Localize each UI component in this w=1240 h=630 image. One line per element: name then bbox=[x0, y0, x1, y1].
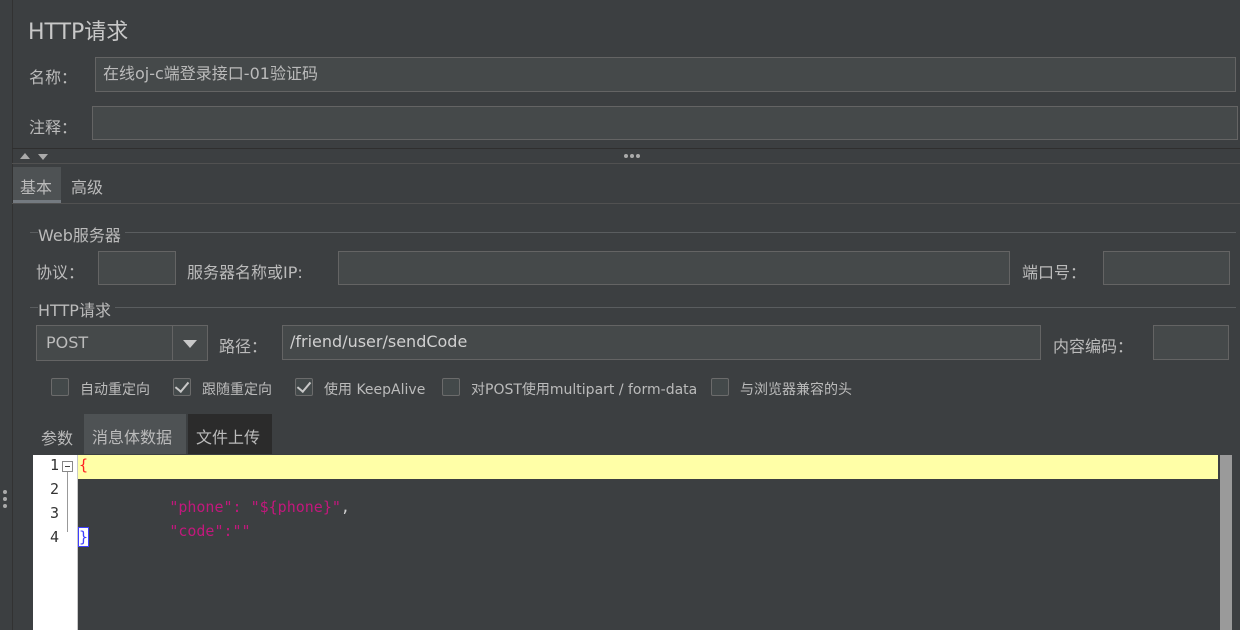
tab-advanced[interactable]: 高级 bbox=[71, 174, 103, 198]
checkmark-icon bbox=[296, 377, 312, 394]
editor-scrollbar-thumb[interactable] bbox=[1220, 455, 1232, 630]
tab-parameters[interactable]: 参数 bbox=[41, 425, 73, 449]
code-area[interactable]: { "phone": "${phone}", "code":"" } bbox=[77, 455, 1218, 630]
collapse-up-icon[interactable] bbox=[20, 153, 30, 159]
name-field[interactable]: 在线oj-c端登录接口-01验证码 bbox=[95, 57, 1236, 92]
follow-redirect-label: 跟随重定向 bbox=[202, 382, 272, 398]
method-select-value: POST bbox=[46, 333, 89, 352]
splitter-bar[interactable] bbox=[12, 148, 1240, 164]
left-resize-strip[interactable] bbox=[0, 0, 13, 630]
follow-redirect-checkbox[interactable] bbox=[173, 377, 191, 396]
line-number: 4 bbox=[49, 528, 59, 546]
encoding-label: 内容编码： bbox=[1053, 337, 1134, 356]
server-label: 服务器名称或IP: bbox=[187, 263, 303, 282]
path-label: 路径： bbox=[219, 337, 268, 356]
comment-field[interactable] bbox=[92, 106, 1238, 140]
tab-divider bbox=[12, 203, 1240, 204]
protocol-field[interactable] bbox=[98, 251, 176, 285]
json-open-brace: { bbox=[79, 456, 89, 474]
name-label: 名称： bbox=[29, 68, 78, 87]
splitter-dot-icon bbox=[624, 154, 628, 158]
splitter-dot-icon bbox=[630, 154, 634, 158]
json-colon: : bbox=[223, 522, 233, 540]
browser-headers-label: 与浏览器兼容的头 bbox=[740, 382, 852, 398]
keepalive-label: 使用 KeepAlive bbox=[324, 382, 426, 398]
tab-file-upload[interactable]: 文件上传 bbox=[188, 414, 272, 454]
grip-dot-icon bbox=[3, 490, 7, 494]
json-comma: , bbox=[340, 498, 350, 516]
grip-dot-icon bbox=[3, 497, 7, 501]
port-field[interactable] bbox=[1103, 251, 1230, 285]
chevron-down-icon[interactable] bbox=[183, 340, 197, 348]
server-field[interactable] bbox=[338, 251, 1010, 285]
line-number-gutter: 1 2 3 4 bbox=[33, 455, 78, 630]
tab-basic[interactable]: 基本 bbox=[13, 167, 61, 203]
fold-guide bbox=[67, 472, 68, 532]
line-number: 3 bbox=[49, 504, 59, 522]
current-line-highlight bbox=[78, 455, 1218, 479]
http-request-group-title: HTTP请求 bbox=[38, 297, 115, 321]
tab-body-data[interactable]: 消息体数据 bbox=[84, 414, 186, 454]
code-line-3: "code":"" bbox=[79, 504, 251, 558]
web-server-group-title: Web服务器 bbox=[38, 222, 125, 246]
comment-label: 注释： bbox=[29, 118, 78, 137]
http-request-group-border bbox=[30, 307, 1236, 308]
json-value-code: "" bbox=[232, 522, 251, 540]
editor-scrollbar[interactable] bbox=[1218, 455, 1240, 630]
path-field[interactable]: /friend/user/sendCode bbox=[282, 325, 1041, 360]
port-label: 端口号： bbox=[1022, 263, 1087, 282]
method-select[interactable]: POST bbox=[36, 325, 208, 361]
multipart-checkbox[interactable] bbox=[442, 378, 460, 396]
grip-dot-icon bbox=[3, 504, 7, 508]
line-number: 1 bbox=[49, 456, 59, 474]
json-close-brace: } bbox=[77, 527, 90, 547]
keepalive-checkbox[interactable] bbox=[295, 377, 313, 396]
encoding-field[interactable] bbox=[1153, 325, 1229, 360]
checkmark-icon bbox=[174, 377, 190, 394]
fold-collapse-icon[interactable] bbox=[62, 461, 73, 472]
json-key-code: "code" bbox=[169, 522, 224, 540]
method-select-divider bbox=[172, 326, 173, 360]
json-value-phone: "${phone}" bbox=[250, 498, 341, 516]
body-data-editor[interactable]: 1 2 3 4 { "phone": "${phone}", "code":""… bbox=[33, 455, 1240, 630]
protocol-label: 协议： bbox=[36, 263, 85, 282]
splitter-dot-icon bbox=[636, 154, 640, 158]
panel-title: HTTP请求 bbox=[28, 20, 129, 45]
browser-headers-checkbox[interactable] bbox=[711, 378, 729, 396]
auto-redirect-label: 自动重定向 bbox=[80, 382, 150, 398]
web-server-group-border bbox=[30, 232, 1236, 233]
auto-redirect-checkbox[interactable] bbox=[51, 378, 69, 396]
line-number: 2 bbox=[49, 480, 59, 498]
multipart-label: 对POST使用multipart / form-data bbox=[471, 382, 698, 398]
collapse-down-icon[interactable] bbox=[38, 154, 48, 160]
